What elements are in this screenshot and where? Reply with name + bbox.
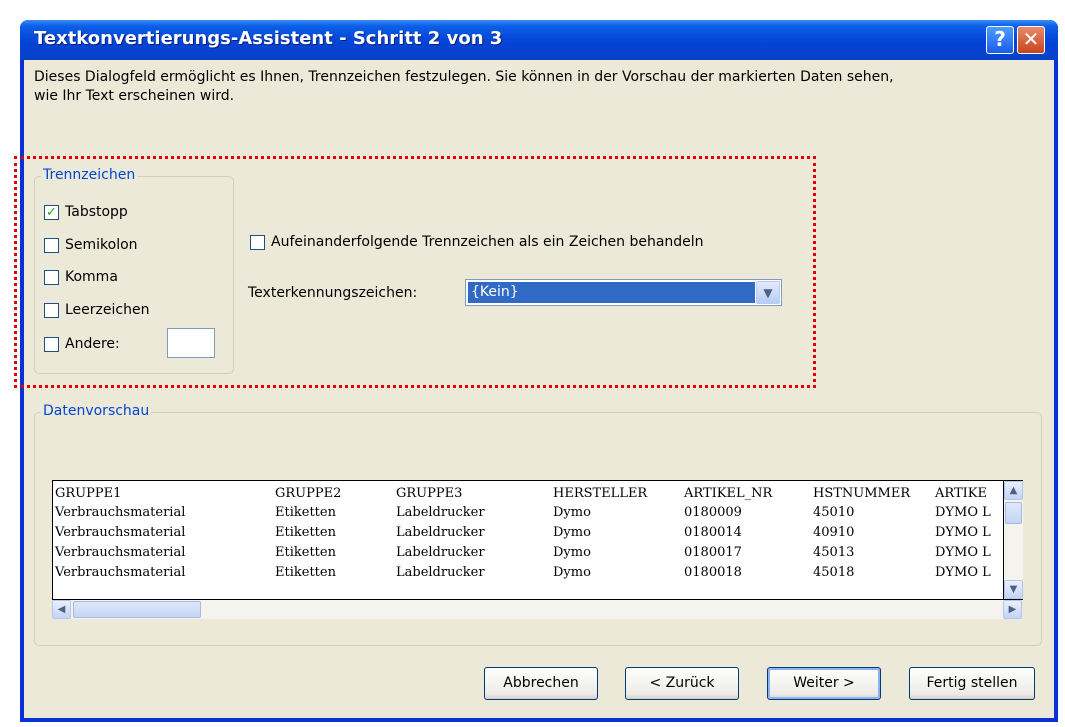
preview-cell: 45013 [813, 545, 855, 560]
preview-cell: Labeldrucker [396, 545, 485, 560]
close-button[interactable]: ✕ [1017, 26, 1045, 54]
finish-button[interactable]: Fertig stellen [909, 667, 1035, 700]
checkbox-leerzeichen-box[interactable] [44, 302, 59, 318]
preview-cell: Dymo [553, 565, 591, 580]
preview-cell: DYMO L [935, 525, 991, 540]
preview-cell: GRUPPE2 [275, 486, 342, 501]
scroll-up-icon[interactable]: ▲ [1004, 481, 1023, 500]
preview-cell: DYMO L [935, 565, 991, 580]
scroll-down-icon[interactable]: ▼ [1004, 580, 1023, 599]
preview-cell: 45018 [813, 565, 855, 580]
checkbox-semikolon-box[interactable] [44, 237, 59, 253]
preview-cell: 0180017 [684, 545, 742, 560]
delimiters-legend: Trennzeichen [41, 167, 138, 183]
checkbox-komma-label: Komma [65, 269, 118, 285]
vertical-scroll-thumb[interactable] [1005, 502, 1022, 524]
preview-cell: Etiketten [275, 505, 336, 520]
preview-cell: Dymo [553, 545, 591, 560]
checkbox-tabstopp-label: Tabstopp [65, 204, 128, 220]
preview-cell: ARTIKE [935, 486, 987, 501]
preview-cell: Dymo [553, 525, 591, 540]
checkbox-andere-box[interactable] [44, 336, 59, 352]
preview-cell: HERSTELLER [553, 486, 648, 501]
text-qualifier-value: {Kein} [468, 282, 755, 303]
preview-cell: GRUPPE1 [55, 486, 122, 501]
checkbox-tabstopp[interactable]: ✓ Tabstopp [44, 202, 128, 222]
dialog-window: Textkonvertierungs-Assistent - Schritt 2… [14, 20, 1058, 722]
preview-cell: Verbrauchsmaterial [55, 545, 186, 560]
preview-cell: Verbrauchsmaterial [55, 505, 186, 520]
preview-cell: 0180009 [684, 505, 742, 520]
preview-cell: Labeldrucker [396, 565, 485, 580]
preview-cell: DYMO L [935, 545, 991, 560]
preview-cell: HSTNUMMER [813, 486, 911, 501]
preview-cell: Verbrauchsmaterial [55, 525, 186, 540]
preview-cell: Etiketten [275, 545, 336, 560]
checkbox-komma[interactable]: Komma [44, 267, 118, 287]
text-qualifier-label: Texterkennungszeichen: [248, 285, 418, 301]
checkbox-tabstopp-box[interactable]: ✓ [44, 204, 59, 220]
checkbox-andere[interactable]: Andere: [44, 334, 120, 354]
horizontal-scroll-thumb[interactable] [73, 601, 201, 618]
checkbox-leerzeichen-label: Leerzeichen [65, 302, 150, 318]
help-button[interactable]: ? [986, 26, 1014, 54]
next-button[interactable]: Weiter > [767, 667, 881, 700]
window-title: Textkonvertierungs-Assistent - Schritt 2… [34, 28, 503, 49]
preview-cell: 0180014 [684, 525, 742, 540]
checkbox-komma-box[interactable] [44, 269, 59, 285]
preview-cell: Dymo [553, 505, 591, 520]
preview-cell: Labeldrucker [396, 525, 485, 540]
chevron-down-icon[interactable]: ▼ [756, 281, 780, 304]
scroll-left-icon[interactable]: ◀ [52, 600, 71, 619]
preview-cell: Etiketten [275, 525, 336, 540]
checkbox-consecutive-label: Aufeinanderfolgende Trennzeichen als ein… [271, 234, 704, 250]
dialog-body: Dieses Dialogfeld ermöglicht es Ihnen, T… [14, 60, 1054, 718]
preview-cell: 45010 [813, 505, 855, 520]
vertical-scrollbar[interactable]: ▲ ▼ [1004, 480, 1023, 600]
checkbox-semikolon[interactable]: Semikolon [44, 235, 138, 255]
checkbox-leerzeichen[interactable]: Leerzeichen [44, 300, 149, 320]
other-delimiter-input[interactable] [167, 328, 215, 358]
cancel-button[interactable]: Abbrechen [484, 667, 598, 700]
preview-cell: ARTIKEL_NR [684, 486, 773, 501]
preview-cell: Etiketten [275, 565, 336, 580]
preview-cell: Verbrauchsmaterial [55, 565, 186, 580]
preview-cell: DYMO L [935, 505, 991, 520]
back-button[interactable]: < Zurück [625, 667, 739, 700]
preview-cell: 40910 [813, 525, 855, 540]
text-qualifier-select[interactable]: {Kein} ▼ [465, 279, 782, 306]
checkbox-andere-label: Andere: [65, 336, 120, 352]
intro-text: Dieses Dialogfeld ermöglicht es Ihnen, T… [34, 69, 894, 104]
horizontal-scrollbar[interactable]: ◀ ▶ [52, 600, 1022, 619]
preview-legend: Datenvorschau [41, 403, 152, 419]
preview-cell: Labeldrucker [396, 505, 485, 520]
preview-cell: GRUPPE3 [396, 486, 463, 501]
scroll-right-icon[interactable]: ▶ [1003, 600, 1022, 619]
data-preview-grid[interactable]: GRUPPE1 GRUPPE2 GRUPPE3 HERSTELLER ARTIK… [52, 480, 1004, 600]
preview-cell: 0180018 [684, 565, 742, 580]
checkbox-consecutive-box[interactable] [250, 234, 265, 250]
checkbox-consecutive[interactable]: Aufeinanderfolgende Trennzeichen als ein… [250, 232, 704, 252]
title-bar[interactable]: Textkonvertierungs-Assistent - Schritt 2… [20, 20, 1058, 60]
checkbox-semikolon-label: Semikolon [65, 237, 138, 253]
